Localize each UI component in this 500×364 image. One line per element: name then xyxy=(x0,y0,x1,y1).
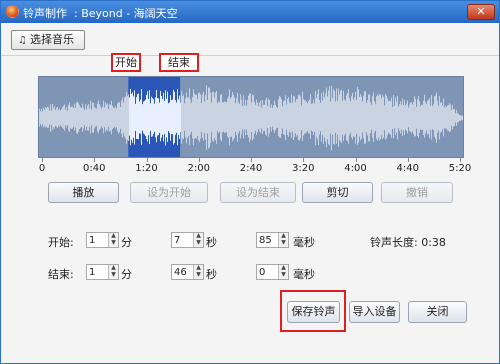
timeline-tick xyxy=(460,158,461,162)
waveform-display[interactable] xyxy=(38,76,464,158)
start-seconds-stepper[interactable]: 7 ▲ ▼ xyxy=(171,232,204,248)
start-minutes-unit: 分 xyxy=(121,236,132,249)
ringtone-maker-window: 铃声制作 : Beyond - 海阔天空 ✕ ♫ 选择音乐 开始 结束 0 0:40… xyxy=(0,0,500,364)
start-seconds-unit: 秒 xyxy=(206,236,217,249)
end-marker-label: 结束 xyxy=(168,56,190,69)
timeline-tick-label: 1:20 xyxy=(135,163,158,174)
start-seconds-value: 7 xyxy=(174,235,181,246)
end-minutes-stepper[interactable]: 1 ▲ ▼ xyxy=(86,264,119,280)
close-button[interactable]: 关闭 xyxy=(408,301,467,323)
select-music-label: 选择音乐 xyxy=(30,33,74,46)
close-window-button[interactable]: ✕ xyxy=(467,4,495,20)
timeline-tick-label: 0 xyxy=(38,163,46,174)
divider xyxy=(1,55,499,56)
start-ms-value: 85 xyxy=(259,235,272,246)
end-marker[interactable]: 结束 xyxy=(159,53,199,72)
app-logo-icon xyxy=(6,5,19,18)
end-minutes-value: 1 xyxy=(89,267,96,278)
timeline-tick-label: 0:40 xyxy=(83,163,106,174)
save-ringtone-button[interactable]: 保存铃声 xyxy=(287,301,340,323)
spin-down-icon[interactable]: ▼ xyxy=(280,272,287,278)
timeline-tick xyxy=(94,158,96,162)
timeline-tick-label: 2:00 xyxy=(187,163,210,174)
timeline-tick xyxy=(251,158,252,162)
start-seconds-arrows[interactable]: ▲ ▼ xyxy=(193,233,203,247)
timeline-tick xyxy=(355,158,357,162)
end-minutes-unit: 分 xyxy=(121,268,132,281)
timeline-tick xyxy=(407,158,409,162)
spin-down-icon[interactable]: ▼ xyxy=(110,240,117,246)
timeline-tick-label: 2:40 xyxy=(239,163,263,174)
timeline-tick xyxy=(303,158,305,162)
end-seconds-value: 46 xyxy=(174,267,187,278)
waveform-graphic xyxy=(39,77,463,157)
set-start-button[interactable]: 设为开始 xyxy=(130,182,208,203)
set-end-button[interactable]: 设为结束 xyxy=(220,182,296,203)
start-marker-label: 开始 xyxy=(115,56,137,69)
ringtone-length-label: 铃声长度: 0:38 xyxy=(370,236,446,249)
spin-down-icon[interactable]: ▼ xyxy=(110,272,117,278)
start-ms-arrows[interactable]: ▲ ▼ xyxy=(278,233,288,247)
timeline-tick xyxy=(42,158,43,162)
spin-down-icon[interactable]: ▼ xyxy=(280,240,287,246)
import-device-button[interactable]: 导入设备 xyxy=(349,301,400,323)
end-ms-value: 0 xyxy=(259,267,266,278)
start-ms-unit: 毫秒 xyxy=(293,236,315,249)
timeline-tick-label: 3:20 xyxy=(292,163,315,174)
music-note-icon: ♫ xyxy=(18,35,27,46)
undo-button[interactable]: 撤销 xyxy=(381,182,453,203)
window-title: 铃声制作 : Beyond - 海阔天空 xyxy=(23,7,178,20)
timeline-tick-label: 4:40 xyxy=(396,163,419,174)
start-minutes-value: 1 xyxy=(89,235,96,246)
end-seconds-stepper[interactable]: 46 ▲ ▼ xyxy=(171,264,204,280)
cut-button[interactable]: 剪切 xyxy=(302,182,373,203)
start-marker[interactable]: 开始 xyxy=(111,53,141,72)
start-minutes-arrows[interactable]: ▲ ▼ xyxy=(108,233,118,247)
select-music-button[interactable]: ♫ 选择音乐 xyxy=(11,30,85,50)
end-ms-unit: 毫秒 xyxy=(293,268,315,281)
end-minutes-arrows[interactable]: ▲ ▼ xyxy=(108,265,118,279)
timeline-tick-label: 4:00 xyxy=(344,163,367,174)
end-seconds-unit: 秒 xyxy=(206,268,217,281)
timeline-tick xyxy=(146,158,148,162)
timeline-tick-label: 5:20 xyxy=(448,163,472,174)
spin-down-icon[interactable]: ▼ xyxy=(195,272,202,278)
end-ms-stepper[interactable]: 0 ▲ ▼ xyxy=(256,264,289,280)
title-bar: 铃声制作 : Beyond - 海阔天空 ✕ xyxy=(1,1,499,23)
timeline-scale: 0 0:40 1:20 2:00 2:40 3:20 4:00 4:40 5:20 xyxy=(38,158,471,178)
start-time-label: 开始: xyxy=(48,236,74,249)
start-ms-stepper[interactable]: 85 ▲ ▼ xyxy=(256,232,289,248)
timeline-tick xyxy=(198,158,200,162)
spin-down-icon[interactable]: ▼ xyxy=(195,240,202,246)
end-ms-arrows[interactable]: ▲ ▼ xyxy=(278,265,288,279)
end-time-label: 结束: xyxy=(48,268,74,281)
start-minutes-stepper[interactable]: 1 ▲ ▼ xyxy=(86,232,119,248)
end-seconds-arrows[interactable]: ▲ ▼ xyxy=(193,265,203,279)
play-button[interactable]: 播放 xyxy=(48,182,119,203)
